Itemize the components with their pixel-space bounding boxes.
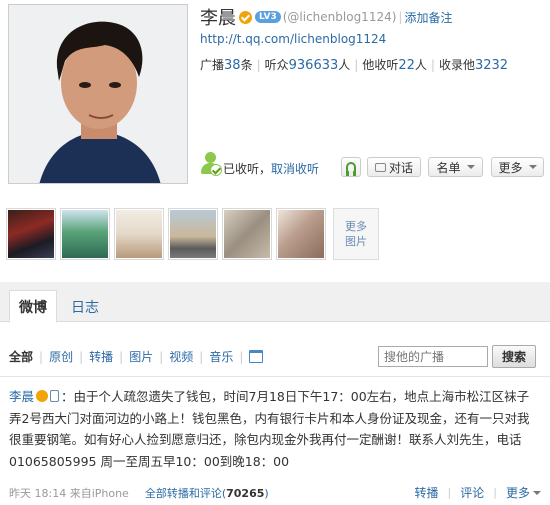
chevron-down-icon xyxy=(533,490,541,495)
listen-button[interactable] xyxy=(341,157,361,177)
chevron-down-icon xyxy=(528,165,537,169)
filter-bar: 全部 | 原创 | 转播 | 图片 | 视频 | 音乐 | xyxy=(9,348,264,365)
following-count[interactable]: 22 xyxy=(398,58,415,73)
filter-original[interactable]: 原创 xyxy=(49,348,73,365)
post-more-link[interactable]: 更多 xyxy=(506,484,530,501)
collected-count[interactable]: 3232 xyxy=(475,58,508,73)
listeners-count[interactable]: 936633 xyxy=(289,58,339,73)
thread-label: 全部转播和评论( xyxy=(144,486,227,500)
broadcast-count[interactable]: 38 xyxy=(224,58,241,73)
repost-link[interactable]: 转播 xyxy=(415,484,439,501)
listeners-label: 听众 xyxy=(264,58,289,72)
list-button[interactable]: 名单 xyxy=(428,157,483,177)
photo-strip: 更多 图片 xyxy=(6,208,379,260)
chat-bubble-icon xyxy=(374,162,386,172)
more-photos-label-1: 更多 xyxy=(345,220,367,233)
post-footer: 昨天 18:14 来自iPhone 全部转播和评论(70265) 转播 | 评论… xyxy=(9,484,541,501)
photo-thumb[interactable] xyxy=(168,208,218,260)
post-actions: 转播 | 评论 | 更多 xyxy=(415,484,541,501)
more-photos-link[interactable]: 更多 图片 xyxy=(333,208,379,260)
tab-bar: 微博 日志 xyxy=(0,282,550,323)
separator: | xyxy=(398,10,403,24)
followed-user-icon xyxy=(201,152,222,176)
following-unit: 人 xyxy=(414,58,427,72)
comment-link[interactable]: 评论 xyxy=(460,484,484,501)
level-badge: LV3 xyxy=(255,11,281,23)
more-label: 更多 xyxy=(498,160,523,175)
filter-image[interactable]: 图片 xyxy=(129,348,153,365)
avatar-photo xyxy=(9,5,187,183)
profile-handle: (@lichenblog1124) xyxy=(282,10,397,24)
verified-icon xyxy=(239,10,252,24)
profile-url[interactable]: http://t.qq.com/lichenblog1124 xyxy=(200,32,386,46)
broadcast-unit: 条 xyxy=(240,58,253,72)
verified-icon xyxy=(36,390,49,402)
profile-name: 李晨 xyxy=(200,8,236,29)
follow-status: 已收听，取消收听 xyxy=(223,160,319,177)
tab-weibo[interactable]: 微博 xyxy=(9,290,57,323)
photo-thumb[interactable] xyxy=(114,208,164,260)
name-row: 李晨 LV3 (@lichenblog1124) | 添加备注 xyxy=(200,6,452,29)
filter-repost[interactable]: 转播 xyxy=(89,348,113,365)
tab-diary[interactable]: 日志 xyxy=(70,290,100,323)
profile-avatar[interactable] xyxy=(8,4,188,184)
photo-thumb[interactable] xyxy=(276,208,326,260)
following-label: 他收听 xyxy=(362,58,399,72)
post-text: ：由于个人疏忽遗失了钱包，时间7月18日下午17：00左右，地点上海市松江区袜子… xyxy=(9,389,530,469)
dialog-label: 对话 xyxy=(388,160,413,175)
photo-thumb[interactable] xyxy=(222,208,272,260)
unfollow-link[interactable]: 取消收听 xyxy=(271,162,319,176)
more-button[interactable]: 更多 xyxy=(491,157,544,177)
post-time-source[interactable]: 昨天 18:14 来自iPhone xyxy=(9,485,129,501)
thread-link[interactable]: 全部转播和评论(70265) xyxy=(145,485,269,501)
followed-text: 已收听， xyxy=(223,162,272,176)
chevron-down-icon xyxy=(466,165,475,169)
dialog-button[interactable]: 对话 xyxy=(367,157,421,177)
divider xyxy=(0,376,550,377)
collected-label: 收录他 xyxy=(438,58,475,72)
calendar-icon[interactable] xyxy=(249,350,264,363)
search-button[interactable]: 搜索 xyxy=(492,345,536,368)
post-author[interactable]: 李晨 xyxy=(9,389,34,404)
broadcast-label: 广播 xyxy=(200,58,225,72)
headphones-icon xyxy=(346,162,356,176)
listeners-unit: 人 xyxy=(338,58,351,72)
filter-all[interactable]: 全部 xyxy=(9,348,33,365)
phone-icon xyxy=(50,390,60,402)
profile-info: 李晨 LV3 (@lichenblog1124) | 添加备注 xyxy=(200,6,452,29)
filter-video[interactable]: 视频 xyxy=(169,348,193,365)
profile-stats: 广播 38 条 | 听众 936633 人 | 他收听 22 人 | 收录他 3… xyxy=(200,58,509,73)
post-body: 李晨 ：由于个人疏忽遗失了钱包，时间7月18日下午17：00左右，地点上海市松江区… xyxy=(9,386,541,472)
add-remark-link[interactable]: 添加备注 xyxy=(404,9,452,26)
photo-thumb[interactable] xyxy=(6,208,56,260)
list-label: 名单 xyxy=(436,160,461,175)
photo-thumb[interactable] xyxy=(60,208,110,260)
filter-music[interactable]: 音乐 xyxy=(209,348,233,365)
thread-count: 70265 xyxy=(226,486,265,500)
more-photos-label-2: 图片 xyxy=(345,235,367,248)
thread-close: ) xyxy=(264,486,269,500)
search-input[interactable] xyxy=(378,346,488,367)
